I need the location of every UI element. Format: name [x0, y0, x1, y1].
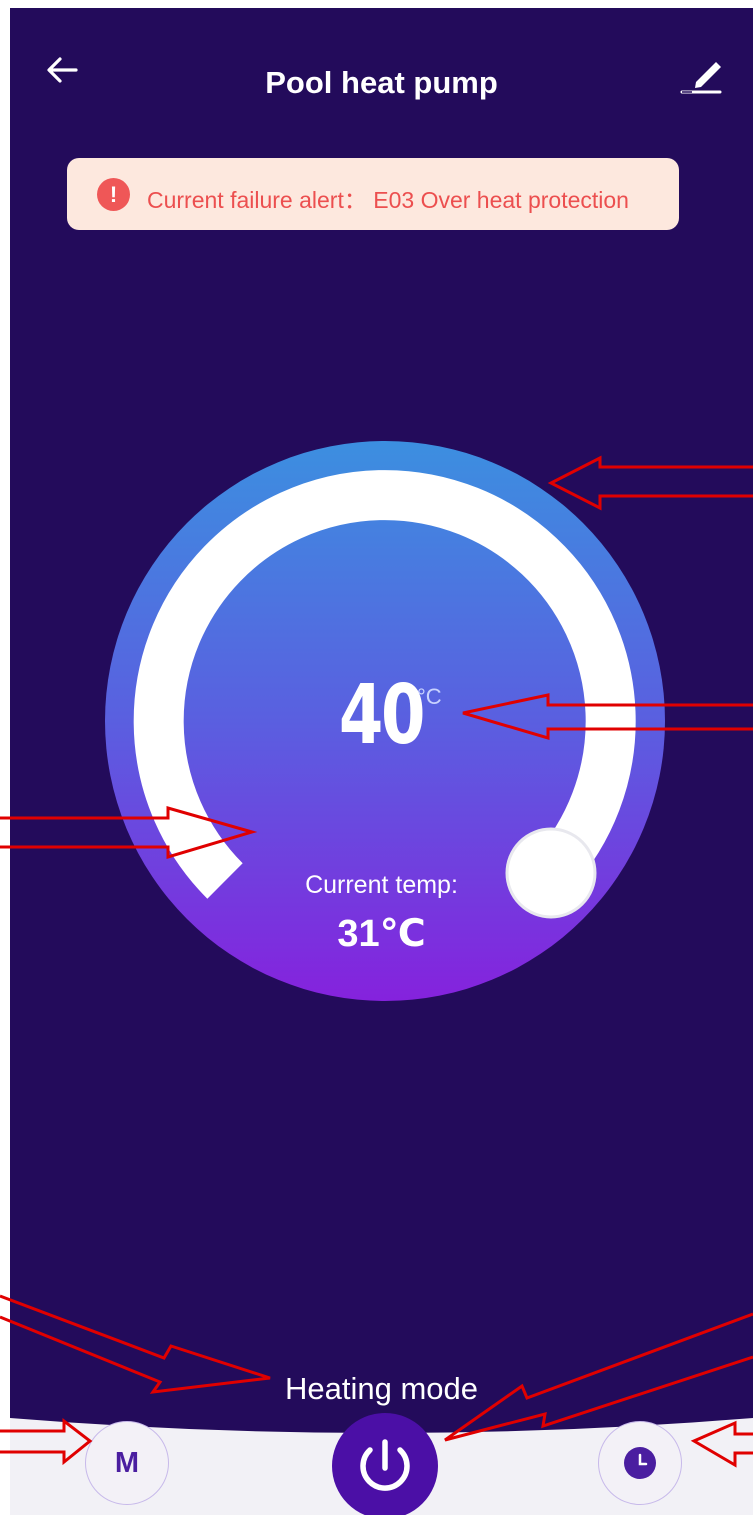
- page-title: Pool heat pump: [265, 65, 498, 100]
- setpoint-unit: °C: [417, 684, 442, 709]
- pencil-icon: [680, 62, 722, 94]
- current-temp-label: Current temp:: [305, 871, 458, 899]
- setpoint-value: 40: [339, 668, 426, 763]
- mode-label: Heating mode: [284, 1371, 478, 1406]
- edit-button[interactable]: [676, 48, 726, 98]
- exclamation-icon: !: [97, 178, 130, 211]
- current-temp-value: 31℃: [337, 913, 426, 955]
- timer-button[interactable]: [598, 1421, 682, 1505]
- app-screen: Pool heat pump ! Current failure alert： …: [10, 8, 753, 1515]
- power-icon: [360, 1439, 410, 1491]
- power-button[interactable]: [332, 1413, 438, 1515]
- failure-alert-text: Current failure alert： E03 Over heat pro…: [147, 187, 629, 213]
- clock-icon: [624, 1447, 656, 1479]
- setpoint-display: 40 °C: [10, 668, 753, 763]
- top-bar: Pool heat pump: [10, 8, 753, 158]
- mode-button[interactable]: M: [85, 1421, 169, 1505]
- failure-alert-banner[interactable]: ! Current failure alert： E03 Over heat p…: [67, 158, 679, 230]
